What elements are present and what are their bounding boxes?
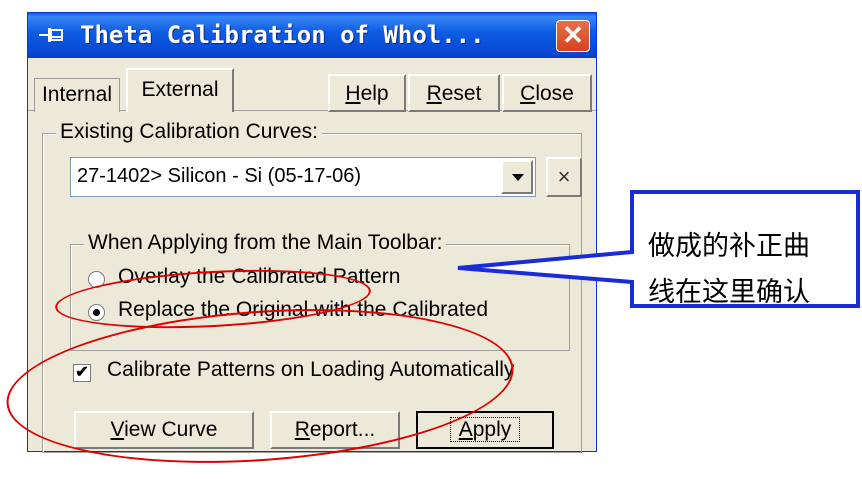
report-button[interactable]: Report...	[270, 411, 400, 449]
checkmark-icon[interactable]: ✔	[73, 364, 91, 382]
help-button-mnemonic: H	[345, 82, 361, 105]
apply-mode-label: When Applying from the Main Toolbar:	[84, 231, 447, 255]
tab-external[interactable]: External	[126, 68, 234, 112]
curve-select-value: 27-1402> Silicon - Si (05-17-06)	[77, 165, 362, 187]
callout-line-2: 线在这里确认	[648, 277, 810, 308]
existing-curves-label: Existing Calibration Curves:	[56, 120, 322, 144]
reset-button-mnemonic: R	[426, 82, 442, 105]
window-title: Theta Calibration of Whol...	[80, 21, 485, 49]
help-button[interactable]: Help	[328, 74, 406, 112]
reset-button[interactable]: Reset	[408, 74, 500, 112]
apply-focus-box: Apply	[449, 417, 521, 442]
close-button-mnemonic: C	[520, 82, 536, 105]
radio-overlay-button[interactable]	[88, 271, 105, 288]
help-button-label: elp	[360, 82, 389, 105]
close-button[interactable]: Close	[502, 74, 592, 112]
report-mnemonic: R	[294, 418, 310, 441]
radio-replace-button[interactable]	[88, 304, 105, 321]
tab-internal[interactable]: Internal	[34, 78, 120, 112]
auto-calibrate-label: Calibrate Patterns on Loading Automatica…	[107, 358, 515, 381]
close-button-label: lose	[535, 82, 574, 105]
reset-button-label: eset	[441, 82, 482, 105]
radio-replace-label: Replace the Original with the Calibrated	[118, 298, 489, 321]
pin-icon	[39, 28, 63, 42]
tab-toolbar-row: Internal External Help Reset Close	[28, 58, 596, 112]
callout-line-1: 做成的补正曲	[648, 231, 810, 262]
view-curve-label: iew Curve	[124, 418, 218, 441]
title-bar[interactable]: Theta Calibration of Whol... ✕	[28, 13, 596, 58]
apply-button[interactable]: Apply	[416, 411, 554, 449]
close-icon: ✕	[562, 20, 584, 50]
close-icon: ×	[557, 164, 571, 189]
window-close-button[interactable]: ✕	[556, 20, 590, 52]
report-label: eport...	[309, 418, 376, 441]
apply-label: pply	[472, 418, 512, 441]
radio-overlay-label: Overlay the Calibrated Pattern	[118, 265, 401, 288]
chevron-down-icon[interactable]	[501, 160, 533, 194]
callout-note: 做成的补正曲 线在这里确认	[648, 224, 810, 316]
apply-mnemonic: A	[458, 418, 473, 441]
view-curve-mnemonic: V	[110, 418, 125, 441]
view-curve-button[interactable]: View Curve	[74, 411, 254, 449]
